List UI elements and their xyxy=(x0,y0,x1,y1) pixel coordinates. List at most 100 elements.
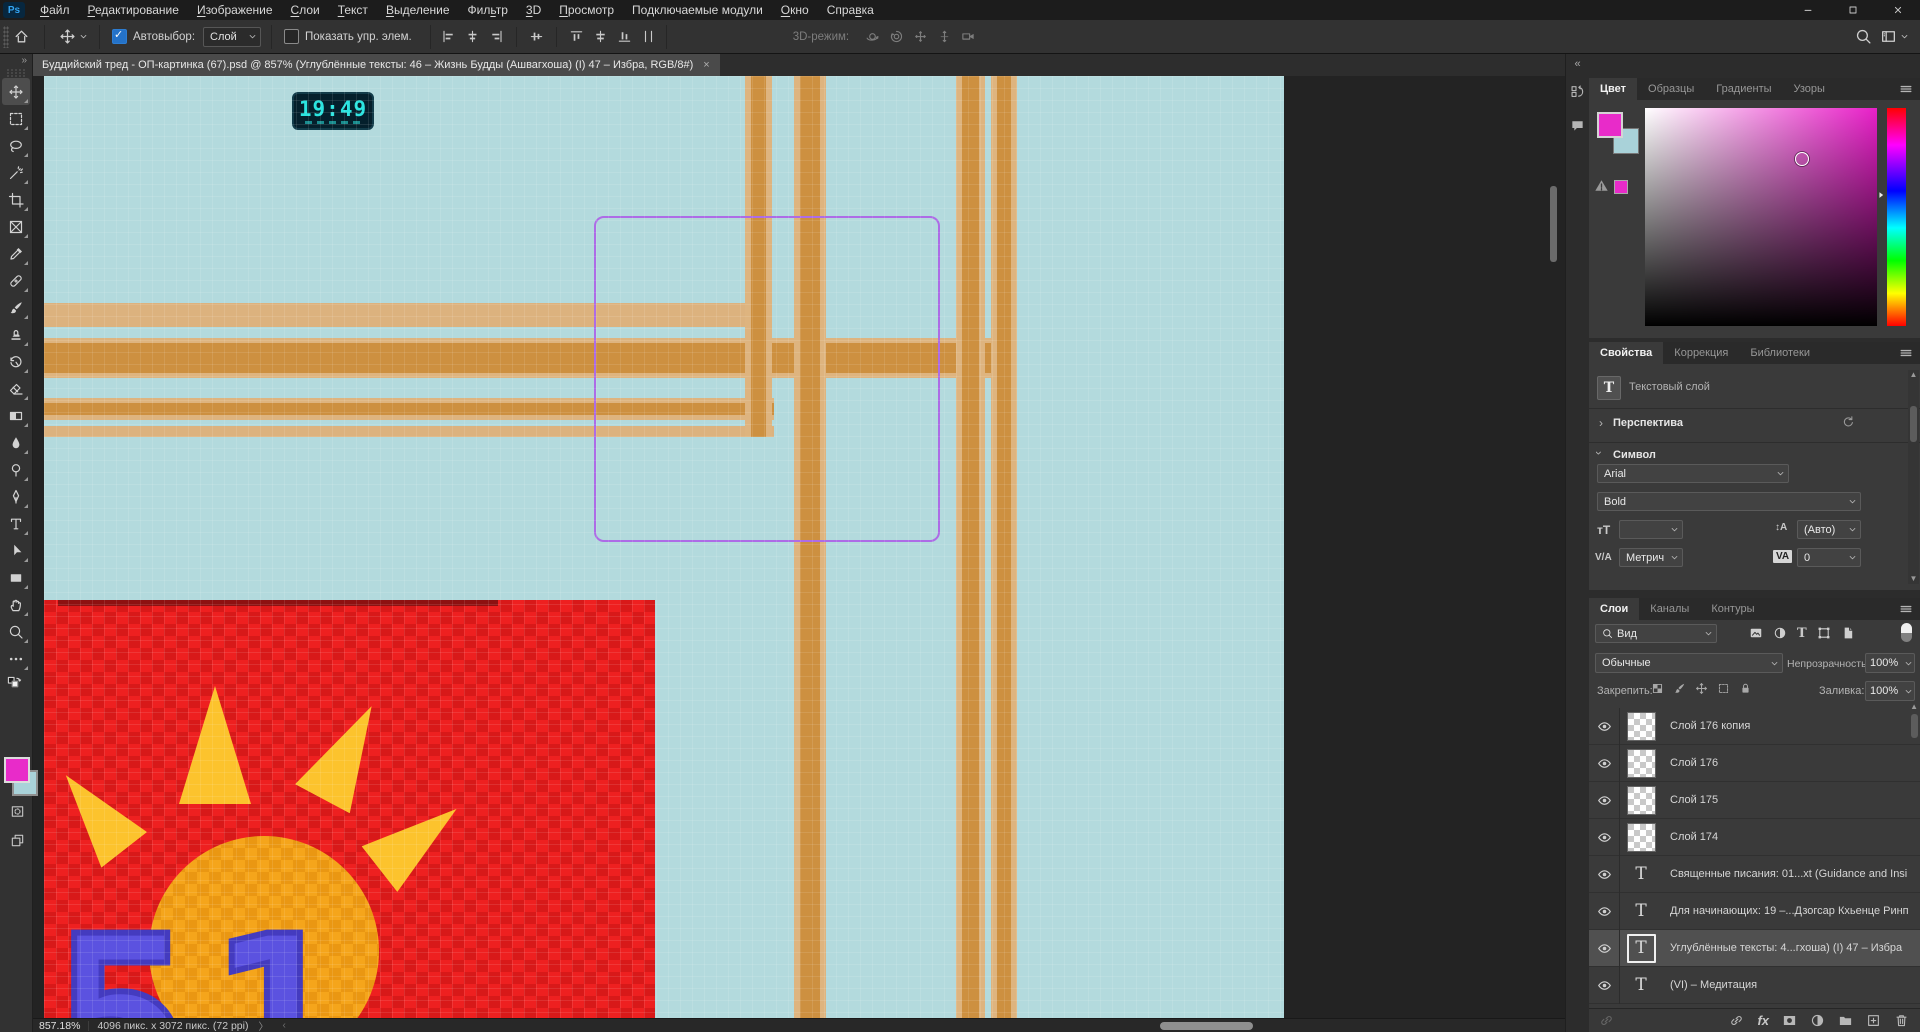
tracking-select[interactable]: 0 xyxy=(1797,548,1861,567)
folder-button[interactable] xyxy=(1838,1013,1853,1028)
menu-item-Текст[interactable]: Текст xyxy=(329,0,377,20)
lock-frame-button[interactable] xyxy=(1717,682,1730,695)
more-tools[interactable] xyxy=(2,645,30,672)
close-x-button[interactable] xyxy=(1875,0,1920,20)
history-panel-button[interactable] xyxy=(1566,78,1589,104)
canvas[interactable]: 19:49 51 xyxy=(44,76,1284,1018)
dist-top-button[interactable] xyxy=(569,29,584,44)
move-tool[interactable] xyxy=(2,78,30,105)
swap-colors-button[interactable] xyxy=(7,676,25,692)
trash-button[interactable] xyxy=(1894,1013,1909,1028)
crop-tool[interactable] xyxy=(2,186,30,213)
foreground-color-swatch[interactable] xyxy=(1597,112,1623,138)
layer-row[interactable]: Слой 174 xyxy=(1589,818,1920,856)
eraser-tool[interactable] xyxy=(2,375,30,402)
scroll-left-arrow[interactable]: ‹ xyxy=(282,1020,285,1031)
fill-select[interactable]: 100% xyxy=(1865,681,1915,701)
layer-visibility-toggle[interactable] xyxy=(1589,756,1619,771)
pen-tool[interactable] xyxy=(2,483,30,510)
toolbar-grip[interactable] xyxy=(6,69,26,77)
hue-slider-marker[interactable] xyxy=(1876,190,1886,200)
filter-type-button[interactable]: T xyxy=(1797,627,1807,640)
search-button[interactable] xyxy=(1855,28,1872,45)
3d-roll-button[interactable] xyxy=(889,29,904,44)
chevron-right-icon[interactable]: › xyxy=(1599,416,1603,430)
options-grip[interactable] xyxy=(3,25,9,48)
font-size-select[interactable] xyxy=(1619,520,1683,539)
lock-checker-button[interactable] xyxy=(1651,682,1664,695)
screen-mode-button[interactable] xyxy=(3,828,31,852)
dock-collapse-button[interactable]: « xyxy=(1566,54,1589,70)
status-menu-chevron[interactable]: 〉 xyxy=(258,1018,268,1032)
layer-row[interactable]: Слой 175 xyxy=(1589,781,1920,819)
workspace-chevron[interactable] xyxy=(1899,31,1910,42)
layer-row[interactable]: Слой 176 копия xyxy=(1589,707,1920,745)
dodge-tool[interactable] xyxy=(2,456,30,483)
foreground-color-swatch[interactable] xyxy=(4,757,30,783)
align-left-button[interactable] xyxy=(441,29,456,44)
menu-item-Фильтр[interactable]: Фильтр xyxy=(459,0,517,20)
clone-stamp-tool[interactable] xyxy=(2,321,30,348)
dist-horiz-button[interactable] xyxy=(641,29,656,44)
tab-Градиенты[interactable]: Градиенты xyxy=(1705,78,1783,100)
layer-row[interactable]: T (VI) – Медитация xyxy=(1589,966,1920,1004)
reset-icon[interactable] xyxy=(1841,415,1855,429)
font-style-select[interactable]: Bold xyxy=(1597,492,1861,511)
align-center-h-button[interactable] xyxy=(465,29,480,44)
perspective-section[interactable]: Перспектива xyxy=(1613,417,1683,429)
tab-Цвет[interactable]: Цвет xyxy=(1589,78,1638,100)
properties-scrollbar[interactable]: ▲ ▼ xyxy=(1908,370,1919,584)
tab-Библиотеки[interactable]: Библиотеки xyxy=(1739,342,1821,364)
layer-visibility-toggle[interactable] xyxy=(1589,941,1619,956)
layer-visibility-toggle[interactable] xyxy=(1589,904,1619,919)
lasso-tool[interactable] xyxy=(2,132,30,159)
kerning-select[interactable]: Метрич xyxy=(1619,548,1683,567)
tab-Образцы[interactable]: Образцы xyxy=(1637,78,1706,100)
close-icon[interactable]: × xyxy=(703,59,709,71)
align-right-button[interactable] xyxy=(489,29,504,44)
lock-lock-button[interactable] xyxy=(1739,682,1752,695)
autoselect-target-select[interactable]: Слой xyxy=(203,26,262,47)
chevron-down-icon[interactable]: › xyxy=(1592,451,1606,455)
blur-tool[interactable] xyxy=(2,429,30,456)
lock-move-button[interactable] xyxy=(1695,682,1708,695)
history-brush-tool[interactable] xyxy=(2,348,30,375)
layer-row[interactable]: T Священные писания: 01...xt (Guidance an… xyxy=(1589,855,1920,893)
document-tab[interactable]: Буддийский тред - ОП-картинка (67).psd @… xyxy=(33,54,720,76)
gradient-tool[interactable] xyxy=(2,402,30,429)
workspace-button[interactable] xyxy=(1880,28,1897,45)
shape-tool[interactable] xyxy=(2,564,30,591)
minimize-button[interactable] xyxy=(1785,0,1830,20)
hue-slider[interactable] xyxy=(1887,108,1906,326)
quick-mask-button[interactable] xyxy=(3,799,31,823)
opacity-select[interactable]: 100% xyxy=(1865,653,1915,673)
menu-item-Редактирование[interactable]: Редактирование xyxy=(79,0,188,20)
tab-Узоры[interactable]: Узоры xyxy=(1782,78,1836,100)
link-button[interactable] xyxy=(1729,1013,1744,1028)
menu-item-Изображение[interactable]: Изображение xyxy=(188,0,282,20)
3d-camera-button[interactable] xyxy=(961,29,976,44)
show-transform-controls-checkbox[interactable] xyxy=(284,29,300,44)
horizontal-scrollbar[interactable] xyxy=(1160,1022,1253,1030)
menu-item-Слои[interactable]: Слои xyxy=(282,0,329,20)
3d-slide-button[interactable] xyxy=(937,29,952,44)
toolbar-collapse-button[interactable]: » xyxy=(0,54,32,68)
autoselect-checkbox[interactable] xyxy=(112,28,127,44)
tab-Свойства[interactable]: Свойства xyxy=(1589,342,1664,364)
menu-item-Подключаемые модули[interactable]: Подключаемые модули xyxy=(623,0,772,20)
path-selection-tool[interactable] xyxy=(2,537,30,564)
smart-object-button[interactable] xyxy=(1841,626,1855,640)
lock-brush-button[interactable] xyxy=(1673,682,1686,695)
filter-image-button[interactable] xyxy=(1749,626,1763,640)
menu-item-Выделение[interactable]: Выделение xyxy=(377,0,459,20)
maximize-button[interactable] xyxy=(1830,0,1875,20)
layer-visibility-toggle[interactable] xyxy=(1589,978,1619,993)
dist-bottom-button[interactable] xyxy=(617,29,632,44)
tab-Слои[interactable]: Слои xyxy=(1589,598,1640,620)
menu-item-Файл[interactable]: Файл xyxy=(31,0,79,20)
adjustment-button[interactable] xyxy=(1773,626,1787,640)
tab-Каналы[interactable]: Каналы xyxy=(1639,598,1701,620)
layer-row[interactable]: T Для начинающих: 19 –...Дзогсар Кхьенце … xyxy=(1589,892,1920,930)
filter-toggle-pill[interactable] xyxy=(1901,623,1912,642)
zoom-level-field[interactable]: 857.18% xyxy=(39,1020,80,1032)
